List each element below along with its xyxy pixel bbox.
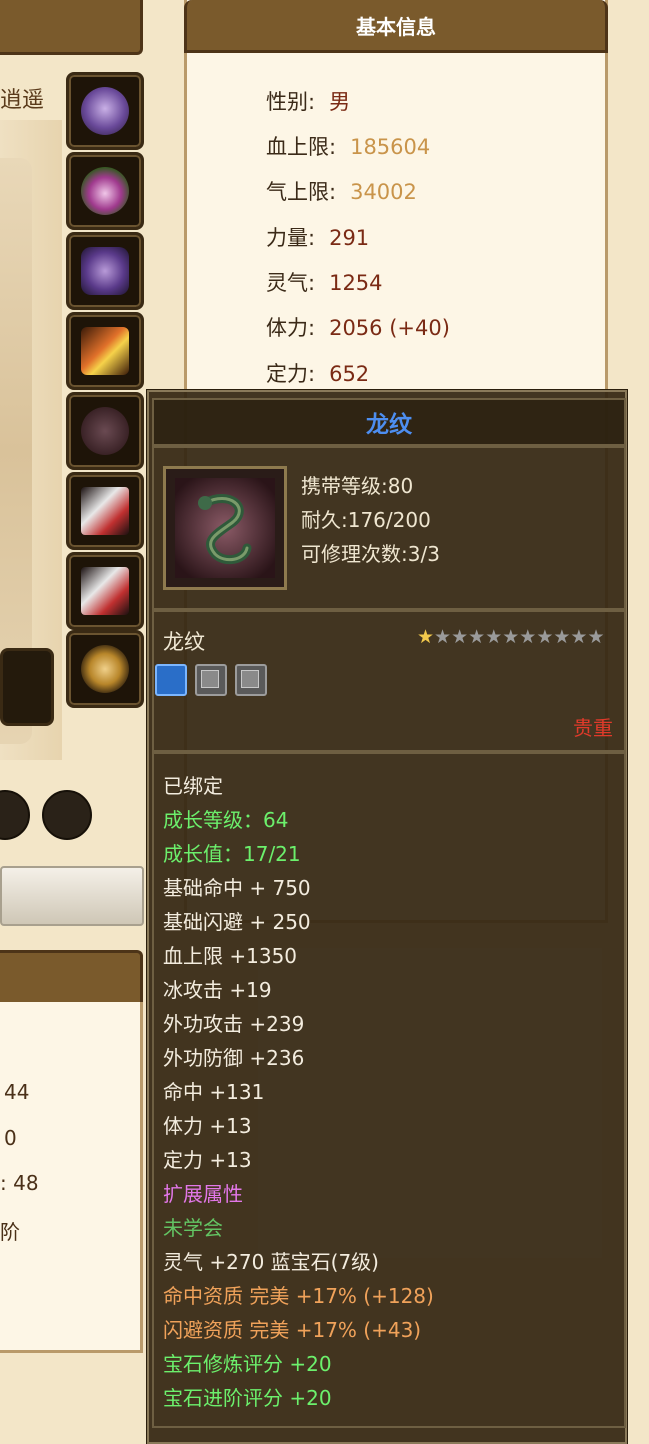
equip-slot-charm-2[interactable] [66,552,144,630]
equip-slot-amulet[interactable] [66,152,144,230]
star-rating: ★★★★★★★★★★★ [417,626,605,648]
attribute-line: 外功防御 +236 [163,1046,305,1070]
star-icon: ★ [519,626,537,648]
star-icon: ★ [485,626,503,648]
charm-icon [81,567,129,615]
attribute-line: 外功攻击 +239 [163,1012,305,1036]
star-icon: ★ [502,626,520,648]
helmet-icon [81,247,129,295]
info-row-strength: 力量: 291 [266,222,369,252]
attribute-line: 血上限 +1350 [163,944,298,968]
attribute-line: 已绑定 [163,774,223,798]
dragon-emblem-icon [81,407,129,455]
amulet-icon [81,167,129,215]
character-name-fragment: 逍遥 [0,88,45,113]
gem-slot-empty[interactable] [235,664,267,696]
star-icon: ★ [468,626,486,648]
attribute-line: 基础命中 + 750 [163,876,311,900]
info-value: 34002 [350,180,417,204]
attribute-line: 未学会 [163,1216,223,1240]
gem-slot-empty[interactable] [195,664,227,696]
star-icon: ★ [434,626,452,648]
ring-icon [81,87,129,135]
info-value: 1254 [329,271,383,295]
attribute-line: 命中资质 完美 +17% (+128) [163,1284,434,1308]
star-icon: ★ [451,626,469,648]
info-label: 定力: [266,362,316,386]
left-panel-header [0,0,143,55]
attribute-line: 闪避资质 完美 +17% (+43) [163,1318,422,1342]
star-icon: ★ [587,626,605,648]
info-value: 652 [329,362,370,386]
equip-slot-charm-1[interactable] [66,472,144,550]
info-label: 气上限: [266,180,337,204]
left-value-3: : 48 [0,1171,39,1195]
info-value: 2056 (+40) [329,316,450,340]
attribute-line: 宝石进阶评分 +20 [163,1386,332,1410]
info-label: 灵气: [266,271,316,295]
info-row-focus: 定力: 652 [266,358,369,388]
mask-icon [81,645,129,693]
info-value: 185604 [350,135,431,159]
attribute-line: 灵气 +270 蓝宝石(7级) [163,1250,379,1274]
left-mid-panel-header [0,950,143,1008]
attribute-line: 扩展属性 [163,1182,243,1206]
repair-count: 可修理次数:3/3 [301,542,440,566]
charm-icon [81,487,129,535]
weapon-icon [81,327,129,375]
carry-level: 携带等级:80 [301,474,414,498]
item-name: 龙纹 [163,630,205,654]
item-tooltip: 龙纹 携带等级:80 耐久:176/200 可修理次数:3/3 龙纹 ★★★★★… [147,390,627,1444]
attribute-line: 成长值：17/21 [163,842,301,866]
attribute-line: 冰攻击 +19 [163,978,272,1002]
rarity-label: 贵重 [573,716,613,740]
dragon-emblem-icon [175,478,275,578]
attribute-line: 宝石修炼评分 +20 [163,1352,332,1376]
equip-slot-mask[interactable] [66,630,144,708]
star-icon: ★ [570,626,588,648]
attribute-line: 成长等级：64 [163,808,289,832]
skill-round-icon[interactable] [0,790,30,840]
equip-slot-weapon[interactable] [66,312,144,390]
info-label: 体力: [266,316,316,340]
info-label: 血上限: [266,135,337,159]
attribute-line: 定力 +13 [163,1148,252,1172]
left-value-4: 阶 [0,1220,20,1244]
durability: 耐久:176/200 [301,508,431,532]
info-value: 男 [329,90,351,114]
star-icon: ★ [417,626,435,648]
info-row-stamina: 体力: 2056 (+40) [266,312,450,342]
info-label: 性别: [266,90,316,114]
info-row-spirit: 灵气: 1254 [266,267,383,297]
equip-slot-wing[interactable] [0,648,54,726]
info-row-gender: 性别: 男 [266,86,350,116]
equip-slot-emblem[interactable] [66,392,144,470]
pet-round-icon[interactable] [42,790,92,840]
left-value-2: 0 [4,1126,17,1150]
attribute-line: 命中 +131 [163,1080,265,1104]
attribute-line: 基础闪避 + 250 [163,910,311,934]
info-row-hp: 血上限: 185604 [266,131,430,161]
gem-slot-blue[interactable] [155,664,187,696]
attribute-line: 体力 +13 [163,1114,252,1138]
basic-info-header: 基本信息 [184,0,608,53]
left-action-bar[interactable] [0,866,144,926]
info-label: 力量: [266,226,316,250]
tooltip-title: 龙纹 [366,412,412,438]
equip-slot-helmet[interactable] [66,232,144,310]
tooltip-title-bar: 龙纹 [152,398,626,446]
left-value-1: 44 [4,1080,30,1104]
star-icon: ★ [553,626,571,648]
equip-slot-ring[interactable] [66,72,144,150]
info-value: 291 [329,226,370,250]
info-row-mp: 气上限: 34002 [266,176,417,206]
star-icon: ★ [536,626,554,648]
item-icon-frame [163,466,287,590]
